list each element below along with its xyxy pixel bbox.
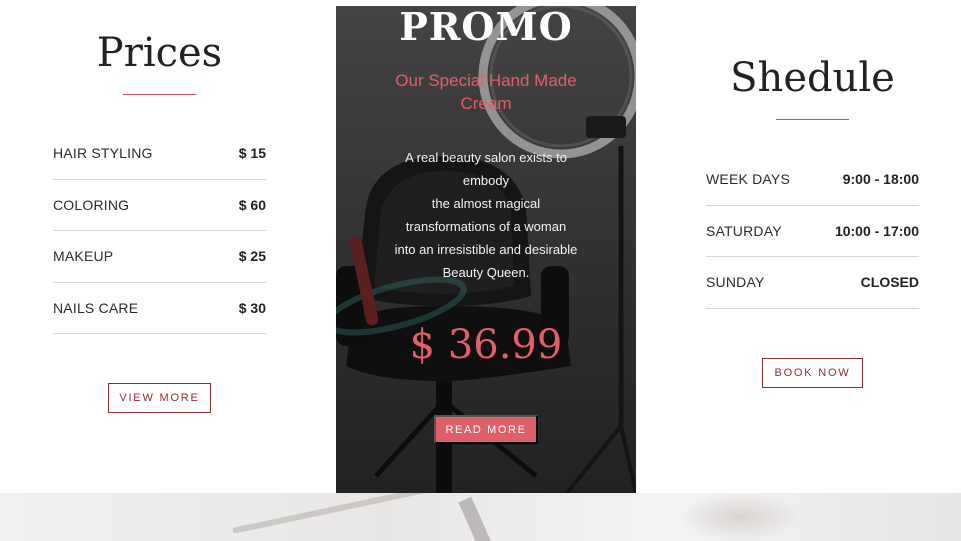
promo-description-line: Beauty Queen. [442,265,530,280]
schedule-row-week-days: WEEK DAYS 9:00 - 18:00 [706,154,919,206]
price-value: $ 15 [238,145,266,162]
hero-image-strip [0,493,961,541]
schedule-value: 10:00 - 17:00 [834,222,919,239]
promo-description-line: transformations of a woman [405,219,567,234]
promo-title: PROMO [399,6,573,49]
promo-description-line: into an irresistible and desirable [394,242,578,257]
promo-description-line: A real beauty salon exists to [405,150,567,165]
blurred-shape [680,493,800,541]
schedule-value: 9:00 - 18:00 [842,171,919,188]
prices-title: Prices [96,30,223,76]
brush-shape [231,493,469,534]
price-label: NAILS CARE [53,299,139,316]
schedule-row-sunday: SUNDAY CLOSED [706,257,919,309]
promo-description-line: the almost magical [431,196,541,211]
brush-handle-shape [458,496,496,541]
book-now-button[interactable]: BOOK NOW [762,358,863,388]
schedule-label: SATURDAY [706,222,782,239]
promo-price: $ 36.99 [409,322,563,368]
prices-title-divider [123,94,196,95]
read-more-button[interactable]: READ MORE [434,415,538,444]
schedule-list: WEEK DAYS 9:00 - 18:00 SATURDAY 10:00 - … [706,154,919,309]
schedule-title-divider [776,119,849,120]
price-row-nails-care: NAILS CARE $ 30 [53,283,266,334]
schedule-value: CLOSED [860,274,919,291]
schedule-label: WEEK DAYS [706,171,791,188]
promo-description-line: embody [462,173,510,188]
schedule-label: SUNDAY [706,274,765,291]
view-more-button[interactable]: VIEW MORE [108,383,211,413]
price-row-coloring: COLORING $ 60 [53,180,266,231]
price-value: $ 25 [238,248,266,265]
prices-list: HAIR STYLING $ 15 COLORING $ 60 MAKEUP $… [53,128,266,334]
price-row-makeup: MAKEUP $ 25 [53,231,266,283]
price-label: COLORING [53,196,130,213]
promo-card: PROMO Our Special Hand Made Cream A real… [336,6,636,494]
schedule-title: Shedule [730,55,895,101]
price-value: $ 60 [238,196,266,213]
promo-subtitle: Our Special Hand Made Cream [395,71,577,113]
promo-description: A real beauty salon exists to embody the… [371,146,601,284]
schedule-row-saturday: SATURDAY 10:00 - 17:00 [706,206,919,257]
price-value: $ 30 [238,299,266,316]
price-label: MAKEUP [53,248,114,265]
price-row-hair-styling: HAIR STYLING $ 15 [53,128,266,180]
price-label: HAIR STYLING [53,145,153,162]
